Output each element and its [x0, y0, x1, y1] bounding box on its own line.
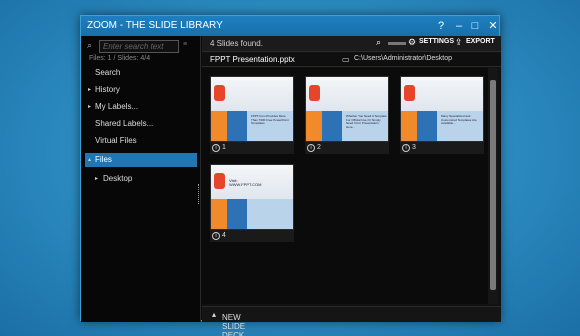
slide-accent-blue	[227, 111, 247, 141]
slide-label: i3	[400, 142, 484, 154]
slide-label: i1	[210, 142, 294, 154]
path-bar: FPPT Presentation.pptx ▭ C:\Users\Admini…	[202, 53, 501, 67]
file-slide-counts: Files: 1 / Slides: 4/4	[89, 55, 151, 62]
slide-text: Visit: WWW.FPPT.COM	[229, 178, 262, 187]
sidebar: ⌕ Enter search text ≡ Files: 1 / Slides:…	[81, 36, 201, 322]
export-button[interactable]: EXPORT	[466, 38, 495, 45]
slide-grid: FPPT.Com Provides More Than 7000 Free Po…	[202, 68, 488, 304]
file-name: FPPT Presentation.pptx	[210, 55, 295, 64]
info-icon[interactable]: i	[212, 232, 220, 240]
new-slide-deck-button[interactable]: ▴ NEW SLIDE DECK	[212, 310, 245, 336]
scrollbar-thumb[interactable]	[490, 80, 496, 290]
new-slide-deck-label: NEW SLIDE DECK	[222, 313, 246, 336]
slide-thumbnail[interactable]: FPPT.Com Provides More Than 7000 Free Po…	[210, 76, 294, 142]
zoom-icon[interactable]: ⌕	[376, 37, 381, 48]
search-input[interactable]: Enter search text	[99, 40, 179, 53]
slide-accent-orange	[401, 111, 417, 141]
slide-label: i2	[305, 142, 389, 154]
sidebar-item-search[interactable]: Search	[85, 66, 197, 80]
directory-path: C:\Users\Administrator\Desktop	[354, 55, 453, 62]
settings-button[interactable]: SETTINGS	[419, 38, 454, 45]
search-row: ⌕ Enter search text ≡	[85, 40, 197, 54]
slide-accent-blue	[417, 111, 437, 141]
sidebar-item-shared-labels[interactable]: Shared Labels...	[85, 117, 197, 131]
app-window: ZOOM - THE SLIDE LIBRARY ? ‒ □ ✕ ⌕ Enter…	[80, 15, 501, 336]
slide-number: 3	[412, 144, 416, 151]
info-icon[interactable]: i	[402, 144, 410, 152]
results-count: 4 Slides found.	[210, 39, 263, 48]
slide-label: i4	[210, 230, 294, 242]
info-icon[interactable]: i	[307, 144, 315, 152]
slide-accent-orange	[306, 111, 322, 141]
settings-icon[interactable]: ⚙	[408, 37, 416, 48]
slide-text: FPPT.Com Provides More Than 7000 Free Po…	[251, 114, 289, 125]
expand-arrow-icon[interactable]: ▸	[88, 100, 91, 114]
close-icon[interactable]: ✕	[483, 16, 503, 36]
fppt-logo-icon	[404, 85, 415, 101]
slide-number: 2	[317, 144, 321, 151]
zoom-slider[interactable]	[388, 42, 406, 45]
info-icon[interactable]: i	[212, 144, 220, 152]
maximize-icon[interactable]: □	[465, 16, 485, 36]
fppt-logo-icon	[309, 85, 320, 101]
sidebar-item-label: History	[95, 85, 120, 94]
vertical-scrollbar[interactable]	[488, 68, 498, 304]
toolbar: 4 Slides found. ⌕ ⚙ SETTINGS ⇪ EXPORT	[202, 36, 501, 52]
sidebar-item-label: Files	[95, 155, 112, 164]
fppt-logo-icon	[214, 85, 225, 101]
sidebar-item-desktop[interactable]: ▸ Desktop	[85, 172, 197, 186]
collapse-arrow-icon[interactable]: ▴	[88, 153, 91, 167]
expand-arrow-icon[interactable]: ▸	[95, 172, 98, 186]
slide-text: Many Specialized and Customized Template…	[441, 114, 477, 125]
sidebar-item-label: Search	[95, 68, 121, 77]
export-icon[interactable]: ⇪	[455, 37, 463, 48]
folder-icon: ▭	[342, 55, 350, 64]
window-title: ZOOM - THE SLIDE LIBRARY	[87, 20, 223, 31]
sidebar-item-files[interactable]: ▴ Files	[85, 153, 197, 167]
bottom-bar: ▴ NEW SLIDE DECK	[202, 306, 501, 336]
slide-text: Whether You Need A Template For Official…	[346, 114, 387, 129]
sidebar-item-virtual-files[interactable]: Virtual Files	[85, 134, 197, 148]
slide-thumbnail[interactable]: Visit: WWW.FPPT.COM	[210, 164, 294, 230]
slide-accent-blue	[227, 199, 247, 229]
slide-accent-orange	[211, 111, 227, 141]
sidebar-item-label: Shared Labels...	[95, 119, 154, 128]
slide-thumbnail[interactable]: Many Specialized and Customized Template…	[400, 76, 484, 142]
slide-number: 4	[222, 232, 226, 239]
expand-arrow-icon[interactable]: ▸	[88, 83, 91, 97]
slide-thumbnail[interactable]: Whether You Need A Template For Official…	[305, 76, 389, 142]
sidebar-item-history[interactable]: ▸ History	[85, 83, 197, 97]
titlebar: ZOOM - THE SLIDE LIBRARY ? ‒ □ ✕	[81, 16, 499, 36]
fppt-logo-icon	[214, 173, 225, 189]
sidebar-item-label: Virtual Files	[95, 136, 137, 145]
search-options-icon[interactable]: ≡	[183, 41, 187, 48]
help-icon[interactable]: ?	[431, 16, 451, 36]
sidebar-item-my-labels[interactable]: ▸ My Labels...	[85, 100, 197, 114]
slide-accent-blue	[322, 111, 342, 141]
search-icon[interactable]: ⌕	[87, 40, 92, 51]
main-panel: 4 Slides found. ⌕ ⚙ SETTINGS ⇪ EXPORT FP…	[202, 36, 501, 336]
sidebar-item-label: Desktop	[103, 174, 133, 183]
sidebar-item-label: My Labels...	[95, 102, 139, 111]
slide-accent-orange	[211, 199, 227, 229]
slide-number: 1	[222, 144, 226, 151]
